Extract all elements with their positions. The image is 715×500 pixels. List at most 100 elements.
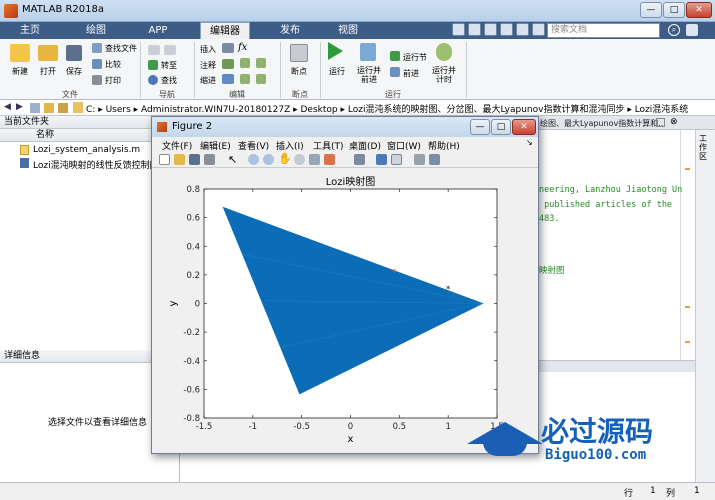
tab-view[interactable]: 视图 [326, 22, 370, 39]
advance-button[interactable]: 前进 [403, 68, 419, 79]
tab-editor[interactable]: 编辑器 [200, 22, 250, 39]
figure-maximize-button[interactable]: □ [491, 119, 511, 135]
open-folder-icon[interactable] [38, 45, 58, 61]
file-list-item[interactable]: Lozi_system_analysis.m [33, 145, 140, 155]
breakpoint-icon[interactable] [290, 44, 308, 62]
minimize-button[interactable]: — [640, 2, 662, 18]
advance-icon [390, 67, 400, 77]
pan-hand-icon[interactable]: ✋ [278, 152, 292, 165]
new-figure-icon[interactable] [159, 154, 170, 165]
forward-arrow-icon[interactable]: ▶ [16, 102, 23, 112]
insert-section-icon [222, 43, 234, 53]
tab-plots[interactable]: 绘图 [74, 22, 118, 39]
matlab-logo-icon [4, 4, 18, 18]
breakpoint-button-label[interactable]: 断点 [282, 66, 316, 77]
run-icon[interactable] [328, 42, 343, 60]
run-timer-icon[interactable] [436, 43, 452, 61]
window-title: MATLAB R2018a [22, 4, 105, 15]
quick-paste-icon[interactable] [500, 23, 513, 36]
folder-action-icon[interactable] [58, 103, 68, 113]
group-label-edit: 编辑 [229, 90, 245, 99]
goto-button[interactable]: 转至 [161, 60, 177, 71]
indent-more-icon[interactable] [240, 74, 250, 84]
up-folder-icon[interactable] [30, 103, 40, 113]
run-time-button-label[interactable]: 运行并 计时 [428, 66, 460, 84]
find-files-icon [92, 43, 102, 53]
y-tick-label: -0.8 [183, 414, 200, 424]
figure-close-button[interactable]: ✕ [512, 119, 536, 135]
save-icon[interactable] [66, 45, 82, 61]
insert-button[interactable]: 插入 [200, 44, 216, 55]
indent-button[interactable]: 缩进 [200, 75, 216, 86]
group-label-run: 运行 [385, 90, 401, 99]
figure-minimize-button[interactable]: — [470, 119, 490, 135]
help-icon[interactable] [532, 23, 545, 36]
y-tick-label: 0 [195, 300, 200, 310]
link-plot-icon[interactable] [354, 154, 365, 165]
goto-icon [148, 60, 158, 70]
breadcrumb-segment[interactable]: Users [106, 105, 131, 115]
unwrap-icon[interactable] [256, 58, 266, 68]
back-nav-icon[interactable] [148, 45, 160, 55]
open-file-icon[interactable] [174, 154, 185, 165]
watermark: 必过源码 Biguo100.com [465, 408, 715, 478]
find-button[interactable]: 查找 [161, 75, 177, 86]
save-button-label[interactable]: 保存 [58, 66, 90, 77]
breadcrumb-segment[interactable]: C: [86, 105, 95, 115]
new-file-icon[interactable] [10, 44, 30, 62]
zoom-out-icon[interactable] [263, 154, 274, 165]
tab-home[interactable]: 主页 [8, 22, 52, 39]
notification-bell-icon[interactable] [686, 24, 698, 36]
indent-icon [222, 74, 234, 84]
zoom-in-icon[interactable] [248, 154, 259, 165]
pointer-icon[interactable]: ↖ [228, 153, 237, 166]
breadcrumb-segment[interactable]: Lozi混沌系统的映射图、分岔图、最大Lyapunov指数计算和混沌同步 [348, 105, 625, 115]
dock-arrow-icon[interactable]: ↘ [526, 138, 533, 147]
figure-window[interactable]: Figure 2 — □ ✕ 文件(F) 编辑(E) 查看(V) 插入(I) 工… [151, 116, 539, 454]
browse-folder-icon[interactable] [44, 103, 54, 113]
compare-button[interactable]: 比较 [105, 59, 121, 70]
run-advance-button-label[interactable]: 运行并 前进 [352, 66, 386, 84]
quick-cut-icon[interactable] [468, 23, 481, 36]
run-advance-icon[interactable] [360, 43, 376, 61]
rotate-3d-icon[interactable] [294, 154, 305, 165]
show-plot-tools-icon[interactable] [429, 154, 440, 165]
panel-maximize-icon[interactable] [656, 118, 665, 127]
fx-button[interactable]: fx [238, 42, 247, 53]
close-button[interactable]: ✕ [686, 2, 712, 18]
code-comment-line: 483. [539, 214, 560, 224]
brush-icon[interactable] [324, 154, 335, 165]
quick-copy-icon[interactable] [484, 23, 497, 36]
group-label-nav: 导航 [159, 90, 175, 99]
breadcrumb-segment[interactable]: Administrator.WIN7U-20180127Z [141, 105, 290, 115]
data-cursor-icon[interactable] [309, 154, 320, 165]
forward-nav-icon[interactable] [164, 45, 176, 55]
hide-plot-tools-icon[interactable] [414, 154, 425, 165]
run-section-button[interactable]: 运行节 [403, 52, 427, 63]
undo-icon[interactable] [516, 23, 529, 36]
panel-close-icon[interactable]: ⊗ [670, 117, 678, 127]
search-docs-input[interactable]: 搜索文档 [547, 23, 660, 38]
breadcrumb-segment[interactable]: Desktop [301, 105, 338, 115]
y-axis-label: y [168, 300, 179, 306]
comment-button[interactable]: 注释 [200, 60, 216, 71]
print-figure-icon[interactable] [204, 154, 215, 165]
print-button[interactable]: 打印 [105, 75, 121, 86]
workspace-side-tab[interactable]: 工作区 [699, 134, 711, 161]
legend-icon[interactable] [391, 154, 402, 165]
indent-less-icon[interactable] [256, 74, 266, 84]
wrap-icon[interactable] [240, 58, 250, 68]
save-figure-icon[interactable] [189, 154, 200, 165]
search-icon[interactable]: ⌕ [668, 24, 680, 36]
tab-publish[interactable]: 发布 [268, 22, 312, 39]
tab-apps[interactable]: APP [136, 22, 180, 39]
quick-save-icon[interactable] [452, 23, 465, 36]
find-files-button[interactable]: 查找文件 [105, 43, 137, 54]
maximize-button[interactable]: □ [663, 2, 685, 18]
colorbar-icon[interactable] [376, 154, 387, 165]
run-button-label[interactable]: 运行 [322, 66, 352, 77]
back-arrow-icon[interactable]: ◀ [4, 102, 11, 112]
run-section-icon [390, 51, 400, 61]
print-icon [92, 75, 102, 85]
breadcrumb-segment[interactable]: Lozi混沌系统 [635, 105, 689, 115]
